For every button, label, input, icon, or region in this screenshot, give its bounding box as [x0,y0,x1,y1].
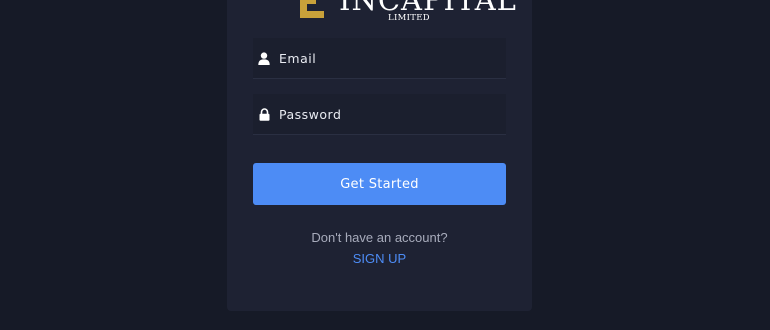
user-icon [257,51,271,65]
get-started-button[interactable]: Get Started [253,163,506,205]
email-field[interactable] [253,38,506,79]
password-input[interactable] [279,106,506,122]
signup-link[interactable]: SIGN UP [353,251,406,266]
brand-logo: INCAPITAL LIMITED [283,0,516,28]
lock-icon [257,107,271,121]
brand-subtitle: LIMITED [388,13,430,23]
logo-mark-icon [300,0,324,18]
password-field[interactable] [253,94,506,135]
signup-link-container: SIGN UP [227,251,532,266]
no-account-prompt: Don't have an account? [311,230,448,245]
email-input[interactable] [279,50,506,66]
